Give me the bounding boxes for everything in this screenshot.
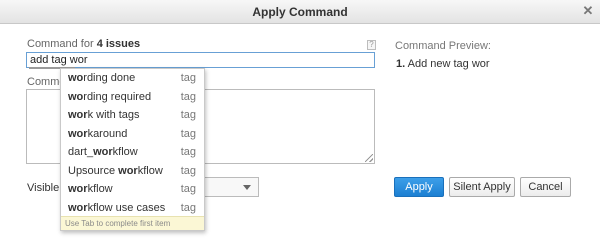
suggestion-match: wo bbox=[68, 72, 84, 84]
command-preview-item: 1. Add new tag wor bbox=[396, 58, 490, 70]
suggestion-item[interactable]: workflow tag bbox=[61, 180, 204, 199]
dialog-title: Apply Command bbox=[252, 5, 348, 19]
suggestion-hint: Use Tab to complete first item bbox=[61, 216, 204, 230]
suggestion-kind: tag bbox=[180, 127, 196, 140]
suggestion-match: wo bbox=[68, 90, 84, 103]
command-label-prefix: Command for bbox=[27, 38, 94, 50]
suggestion-kind: tag bbox=[180, 90, 196, 103]
issue-count: 4 issues bbox=[96, 38, 141, 50]
command-preview-label: Command Preview: bbox=[395, 40, 491, 52]
suggestion-kind: tag bbox=[180, 201, 196, 214]
visibility-select[interactable] bbox=[204, 177, 259, 197]
chevron-down-icon bbox=[243, 185, 251, 190]
suggestion-item[interactable]: work with tags tag bbox=[61, 106, 204, 125]
suggestion-item[interactable]: dart_workflow tag bbox=[61, 143, 204, 162]
preview-item-number: 1. bbox=[396, 58, 406, 70]
close-icon[interactable]: ✕ bbox=[580, 3, 596, 19]
suggestion-match: wor bbox=[93, 146, 113, 158]
suggestion-kind: tag bbox=[180, 183, 196, 195]
resize-grip-icon[interactable] bbox=[365, 154, 373, 162]
suggestion-item[interactable]: Upsource workflow tag bbox=[61, 162, 204, 181]
suggestion-item[interactable]: workflow use cases tag bbox=[61, 199, 204, 218]
command-label: Command for 4 issues bbox=[27, 38, 140, 50]
preview-item-text: Add new tag wor bbox=[407, 58, 490, 70]
suggestion-match: wor bbox=[118, 164, 138, 177]
suggestion-match: wor bbox=[68, 109, 88, 121]
suggestion-match: wor bbox=[68, 127, 88, 140]
suggestion-kind: tag bbox=[180, 146, 196, 158]
silent-apply-button[interactable]: Silent Apply bbox=[449, 177, 515, 197]
dialog-titlebar: Apply Command ✕ bbox=[0, 0, 600, 24]
autocomplete-dropdown: wording done tag wording required tag wo… bbox=[60, 68, 205, 231]
suggestion-match: wor bbox=[68, 183, 88, 195]
suggestion-item[interactable]: wording required tag bbox=[61, 88, 204, 107]
suggestion-kind: tag bbox=[180, 109, 196, 121]
help-icon[interactable]: ? bbox=[367, 40, 376, 50]
suggestion-item[interactable]: wording done tag bbox=[61, 69, 204, 88]
command-input[interactable] bbox=[26, 52, 375, 68]
suggestion-item[interactable]: workaround tag bbox=[61, 125, 204, 144]
suggestion-kind: tag bbox=[180, 72, 196, 84]
cancel-button[interactable]: Cancel bbox=[520, 177, 571, 197]
apply-button[interactable]: Apply bbox=[394, 177, 444, 197]
suggestion-kind: tag bbox=[180, 164, 196, 177]
suggestion-match: wor bbox=[68, 201, 88, 214]
